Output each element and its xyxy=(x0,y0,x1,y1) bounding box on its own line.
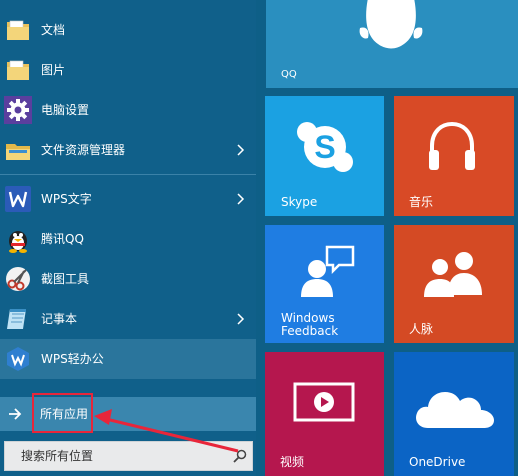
headphones-icon xyxy=(429,121,475,170)
tile-label: QQ xyxy=(281,69,297,80)
menu-item-tencent-qq[interactable]: 腾讯QQ xyxy=(0,219,256,259)
search-box[interactable] xyxy=(4,441,253,471)
arrow-right-icon xyxy=(9,408,22,420)
tile-video[interactable]: 视频 xyxy=(265,352,384,476)
qq-penguin-icon xyxy=(9,231,27,253)
tile-label: OneDrive xyxy=(409,455,466,469)
svg-text:S: S xyxy=(314,129,335,165)
menu-item-label: 文件资源管理器 xyxy=(41,143,126,157)
wps-office-icon xyxy=(7,347,29,371)
tile-skype[interactable]: S Skype xyxy=(265,96,384,216)
search-input[interactable] xyxy=(5,442,241,470)
menu-item-notepad[interactable]: 记事本 xyxy=(0,299,256,339)
tile-label: Windows Feedback xyxy=(281,312,338,338)
divider xyxy=(0,174,256,175)
snipping-tool-icon xyxy=(6,267,30,291)
menu-item-label: 电脑设置 xyxy=(41,103,90,117)
tile-label: 人脉 xyxy=(409,322,434,336)
tile-windows-feedback[interactable]: Windows Feedback xyxy=(265,225,384,343)
tile-label: Skype xyxy=(281,195,318,209)
menu-item-wps-light-office[interactable]: WPS轻办公 xyxy=(0,339,256,379)
skype-icon: S xyxy=(297,122,353,172)
start-menu-left-pane: 文档 图片 电脑设置 文件资源管理器 WPS文字 腾讯QQ 截图工具 记事本 W… xyxy=(0,0,256,476)
menu-item-label: 文档 xyxy=(41,23,66,37)
menu-item-label: 截图工具 xyxy=(41,272,90,286)
menu-item-label: WPS轻办公 xyxy=(41,352,104,366)
documents-folder-icon xyxy=(7,20,29,40)
menu-item-wps-writer[interactable]: WPS文字 xyxy=(0,179,256,219)
chevron-right-icon[interactable] xyxy=(236,312,245,326)
menu-item-label: 图片 xyxy=(41,63,66,77)
start-menu: 文档 图片 电脑设置 文件资源管理器 WPS文字 腾讯QQ 截图工具 记事本 W… xyxy=(0,0,518,476)
menu-item-file-explorer[interactable]: 文件资源管理器 xyxy=(0,130,256,170)
notepad-icon xyxy=(7,309,26,329)
pictures-folder-icon xyxy=(7,60,29,80)
settings-gear-icon xyxy=(4,96,32,124)
tile-music[interactable]: 音乐 xyxy=(394,96,514,216)
menu-item-pictures[interactable]: 图片 xyxy=(0,50,256,90)
cloud-icon xyxy=(416,392,494,428)
menu-item-snipping-tool[interactable]: 截图工具 xyxy=(0,259,256,299)
tile-people[interactable]: 人脉 xyxy=(394,225,514,343)
tile-qq[interactable]: QQ xyxy=(266,0,518,88)
menu-item-label: 记事本 xyxy=(41,312,78,326)
tile-label: 音乐 xyxy=(409,195,434,209)
menu-item-pc-settings[interactable]: 电脑设置 xyxy=(0,90,256,130)
feedback-person-icon xyxy=(301,245,355,297)
chevron-right-icon[interactable] xyxy=(236,143,245,157)
wps-writer-icon xyxy=(5,186,31,212)
tile-label: 视频 xyxy=(280,455,305,469)
people-icon xyxy=(424,252,482,297)
chevron-right-icon[interactable] xyxy=(236,192,245,206)
qq-penguin-icon xyxy=(359,0,423,49)
tile-label-line2: Feedback xyxy=(281,324,339,338)
search-icon[interactable] xyxy=(233,449,247,463)
video-play-icon xyxy=(293,382,355,422)
file-explorer-icon xyxy=(6,144,30,160)
menu-item-label: WPS文字 xyxy=(41,192,92,206)
menu-item-documents[interactable]: 文档 xyxy=(0,10,256,50)
tile-label-line1: Windows xyxy=(281,311,335,325)
tile-onedrive[interactable]: OneDrive xyxy=(394,352,514,476)
highlight-box xyxy=(32,393,93,433)
menu-item-label: 腾讯QQ xyxy=(41,232,84,246)
